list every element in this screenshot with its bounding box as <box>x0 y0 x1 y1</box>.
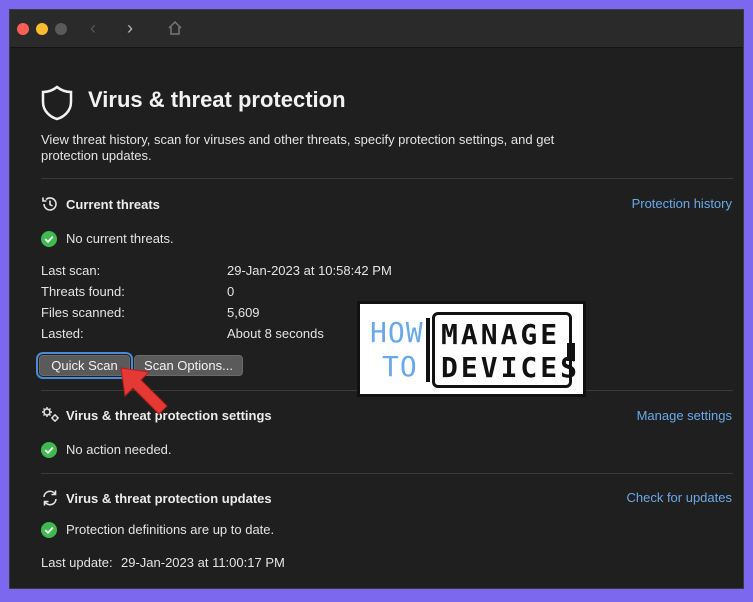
title-bar: ‹ › <box>10 10 743 48</box>
close-window-button[interactable] <box>17 23 29 35</box>
check-for-updates-link[interactable]: Check for updates <box>626 490 732 505</box>
threats-found-label: Threats found: <box>41 284 125 299</box>
logo-text-manage: MANAGE <box>441 318 561 351</box>
settings-status: No action needed. <box>66 442 172 457</box>
gears-icon <box>41 406 61 429</box>
last-scan-label: Last scan: <box>41 263 101 278</box>
app-window: ‹ › Virus & threat protection View threa… <box>9 9 744 589</box>
threats-found-value: 0 <box>227 284 235 299</box>
lasted-value: About 8 seconds <box>227 326 324 341</box>
shield-icon <box>40 85 74 126</box>
page-description: View threat history, scan for viruses an… <box>41 132 555 163</box>
check-circle-icon <box>41 522 57 543</box>
files-scanned-value: 5,609 <box>227 305 260 320</box>
logo-box: MANAGE DEVICES <box>432 312 577 388</box>
logo-text-devices: DEVICES <box>441 351 581 384</box>
updates-status: Protection definitions are up to date. <box>66 522 275 537</box>
logo-separator <box>426 318 430 382</box>
refresh-icon <box>41 489 59 512</box>
last-scan-value: 29-Jan-2023 at 10:58:42 PM <box>227 263 392 278</box>
logo-bar <box>567 343 575 361</box>
check-circle-icon <box>41 442 57 463</box>
files-scanned-label: Files scanned: <box>41 305 125 320</box>
minimize-window-button[interactable] <box>36 23 48 35</box>
divider <box>41 473 733 474</box>
zoom-window-button[interactable] <box>55 23 67 35</box>
how-to-manage-devices-logo: HOW TO MANAGE DEVICES <box>357 301 586 397</box>
page-title: Virus & threat protection <box>88 87 346 112</box>
manage-settings-link[interactable]: Manage settings <box>637 408 732 423</box>
red-arrow-annotation <box>120 367 168 415</box>
section-title-protection-updates: Virus & threat protection updates <box>66 491 272 506</box>
check-circle-icon <box>41 231 57 252</box>
forward-icon[interactable]: › <box>127 18 133 38</box>
back-icon[interactable]: ‹ <box>90 18 96 38</box>
divider <box>41 178 733 179</box>
current-threats-status: No current threats. <box>66 231 174 246</box>
last-update-label: Last update: <box>41 555 113 570</box>
logo-text-to: TO <box>382 350 418 383</box>
history-icon <box>41 195 59 218</box>
last-update-value: 29-Jan-2023 at 11:00:17 PM <box>121 555 285 570</box>
logo-text-how: HOW <box>370 316 424 349</box>
lasted-label: Lasted: <box>41 326 84 341</box>
section-title-current-threats: Current threats <box>66 197 160 212</box>
protection-history-link[interactable]: Protection history <box>632 196 732 211</box>
home-icon[interactable] <box>167 20 183 40</box>
